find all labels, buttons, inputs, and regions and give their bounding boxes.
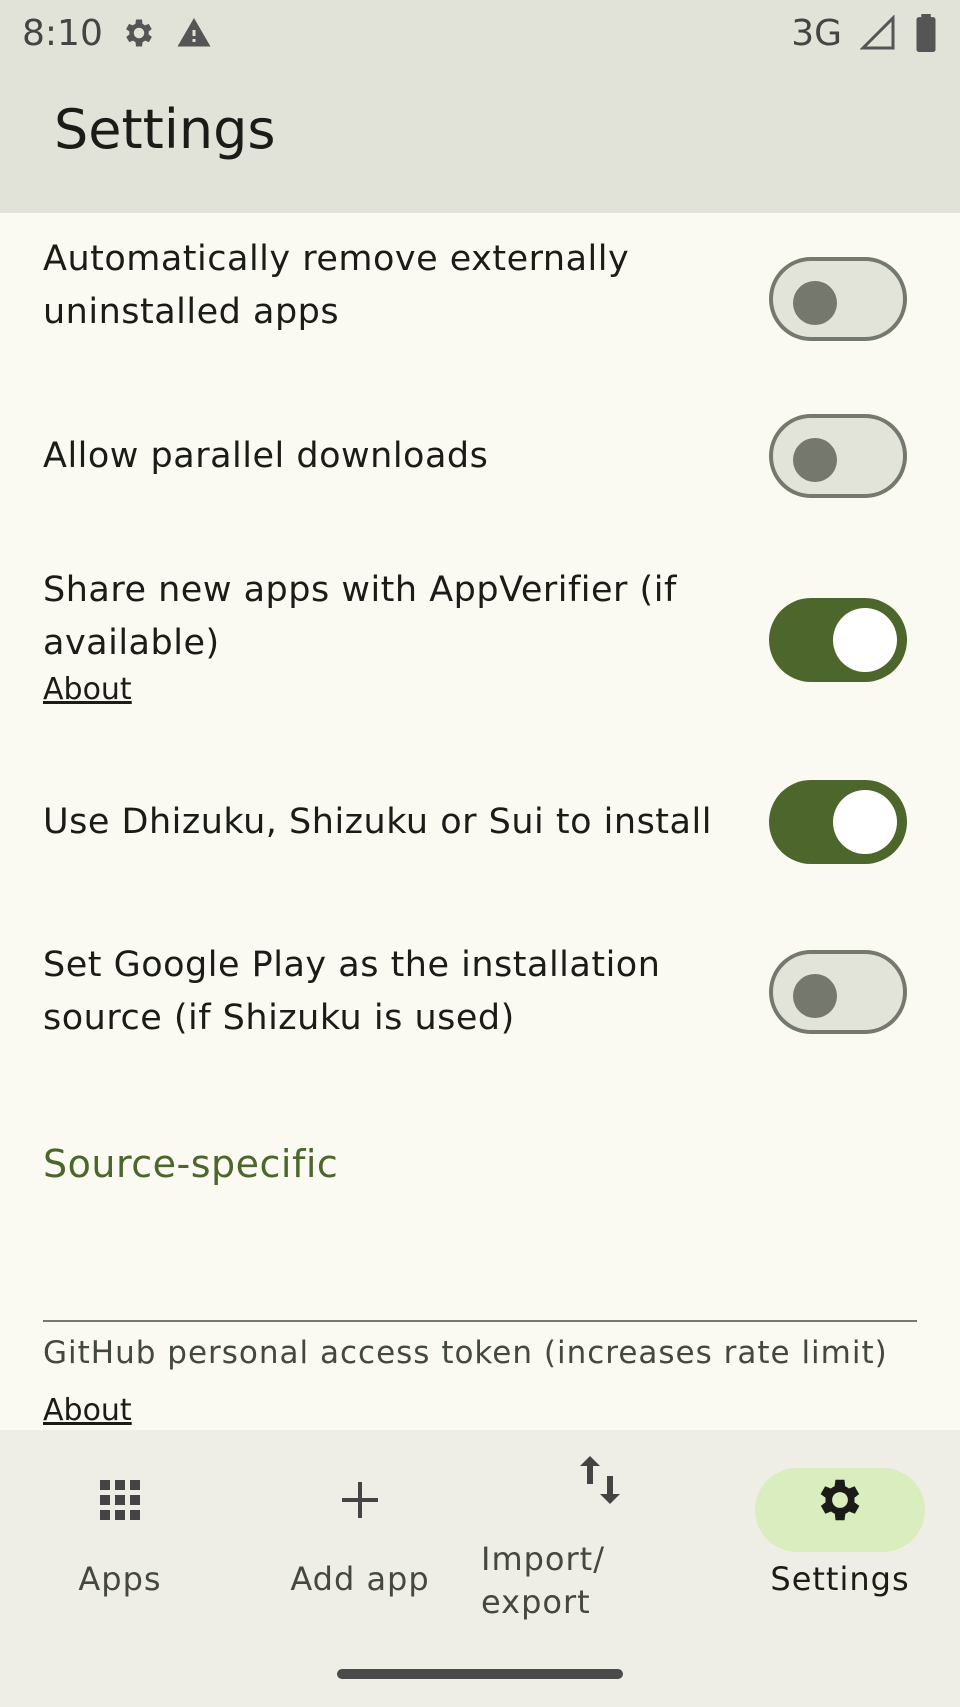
gear-icon <box>125 19 152 47</box>
nav-label: Add app <box>290 1560 430 1598</box>
auto-remove-toggle[interactable] <box>769 257 907 341</box>
use-shizuku-toggle[interactable] <box>769 780 907 864</box>
section-header-source-specific: Source-specific <box>43 1142 339 1186</box>
swap-vertical-icon <box>570 1450 630 1510</box>
battery-icon <box>916 14 936 52</box>
parallel-downloads-toggle[interactable] <box>769 414 907 498</box>
toggle-knob <box>793 281 837 325</box>
page-title: Settings <box>54 98 276 161</box>
status-bar: 8:10 3G <box>0 0 960 66</box>
setting-google-play-source[interactable]: Set Google Play as the installation sour… <box>43 939 917 1045</box>
setting-use-shizuku[interactable]: Use Dhizuku, Shizuku or Sui to install <box>43 780 917 864</box>
status-bar-left: 8:10 <box>22 13 213 54</box>
status-time: 8:10 <box>22 12 103 54</box>
setting-label: Allow parallel downloads <box>43 436 489 476</box>
app-bar: Settings <box>0 66 960 213</box>
github-token-field-label[interactable]: GitHub personal access token (increases … <box>43 1335 888 1371</box>
token-field-underline[interactable] <box>43 1320 917 1322</box>
nav-add-app[interactable]: Add app <box>240 1430 480 1630</box>
gesture-handle[interactable] <box>337 1669 623 1679</box>
nav-import-export[interactable]: Import/ export <box>480 1430 720 1630</box>
nav-apps[interactable]: Apps <box>0 1430 240 1630</box>
github-token-about-link[interactable]: About <box>43 1393 132 1428</box>
setting-label: Automatically remove externally uninstal… <box>43 239 630 332</box>
appverifier-about-link[interactable]: About <box>43 672 132 707</box>
google-play-source-toggle[interactable] <box>769 950 907 1034</box>
nav-label: Import/ export <box>481 1540 605 1621</box>
status-bar-right: 3G <box>791 13 938 54</box>
toggle-knob <box>833 608 897 672</box>
toggle-knob <box>833 790 897 854</box>
nav-settings[interactable]: Settings <box>720 1430 960 1630</box>
warning-icon <box>177 18 211 47</box>
toggle-knob <box>793 438 837 482</box>
settings-list[interactable]: Automatically remove externally uninstal… <box>0 213 960 1430</box>
nav-label: Settings <box>770 1560 910 1598</box>
grid-icon <box>90 1470 150 1530</box>
appverifier-toggle[interactable] <box>769 598 907 682</box>
toggle-knob <box>793 974 837 1018</box>
setting-label: Share new apps with AppVerifier (if avai… <box>43 570 677 663</box>
setting-parallel-downloads[interactable]: Allow parallel downloads <box>43 414 917 498</box>
network-type: 3G <box>791 12 842 54</box>
nav-label: Apps <box>78 1560 162 1598</box>
setting-appverifier[interactable]: Share new apps with AppVerifier (if avai… <box>43 564 917 707</box>
signal-icon <box>860 15 895 50</box>
gear-icon <box>810 1470 870 1530</box>
setting-label: Set Google Play as the installation sour… <box>43 945 661 1038</box>
setting-label: Use Dhizuku, Shizuku or Sui to install <box>43 802 712 842</box>
setting-auto-remove[interactable]: Automatically remove externally uninstal… <box>43 233 917 341</box>
bottom-navigation: Apps Add app Import/ export Settings <box>0 1430 960 1707</box>
plus-icon <box>330 1470 390 1530</box>
